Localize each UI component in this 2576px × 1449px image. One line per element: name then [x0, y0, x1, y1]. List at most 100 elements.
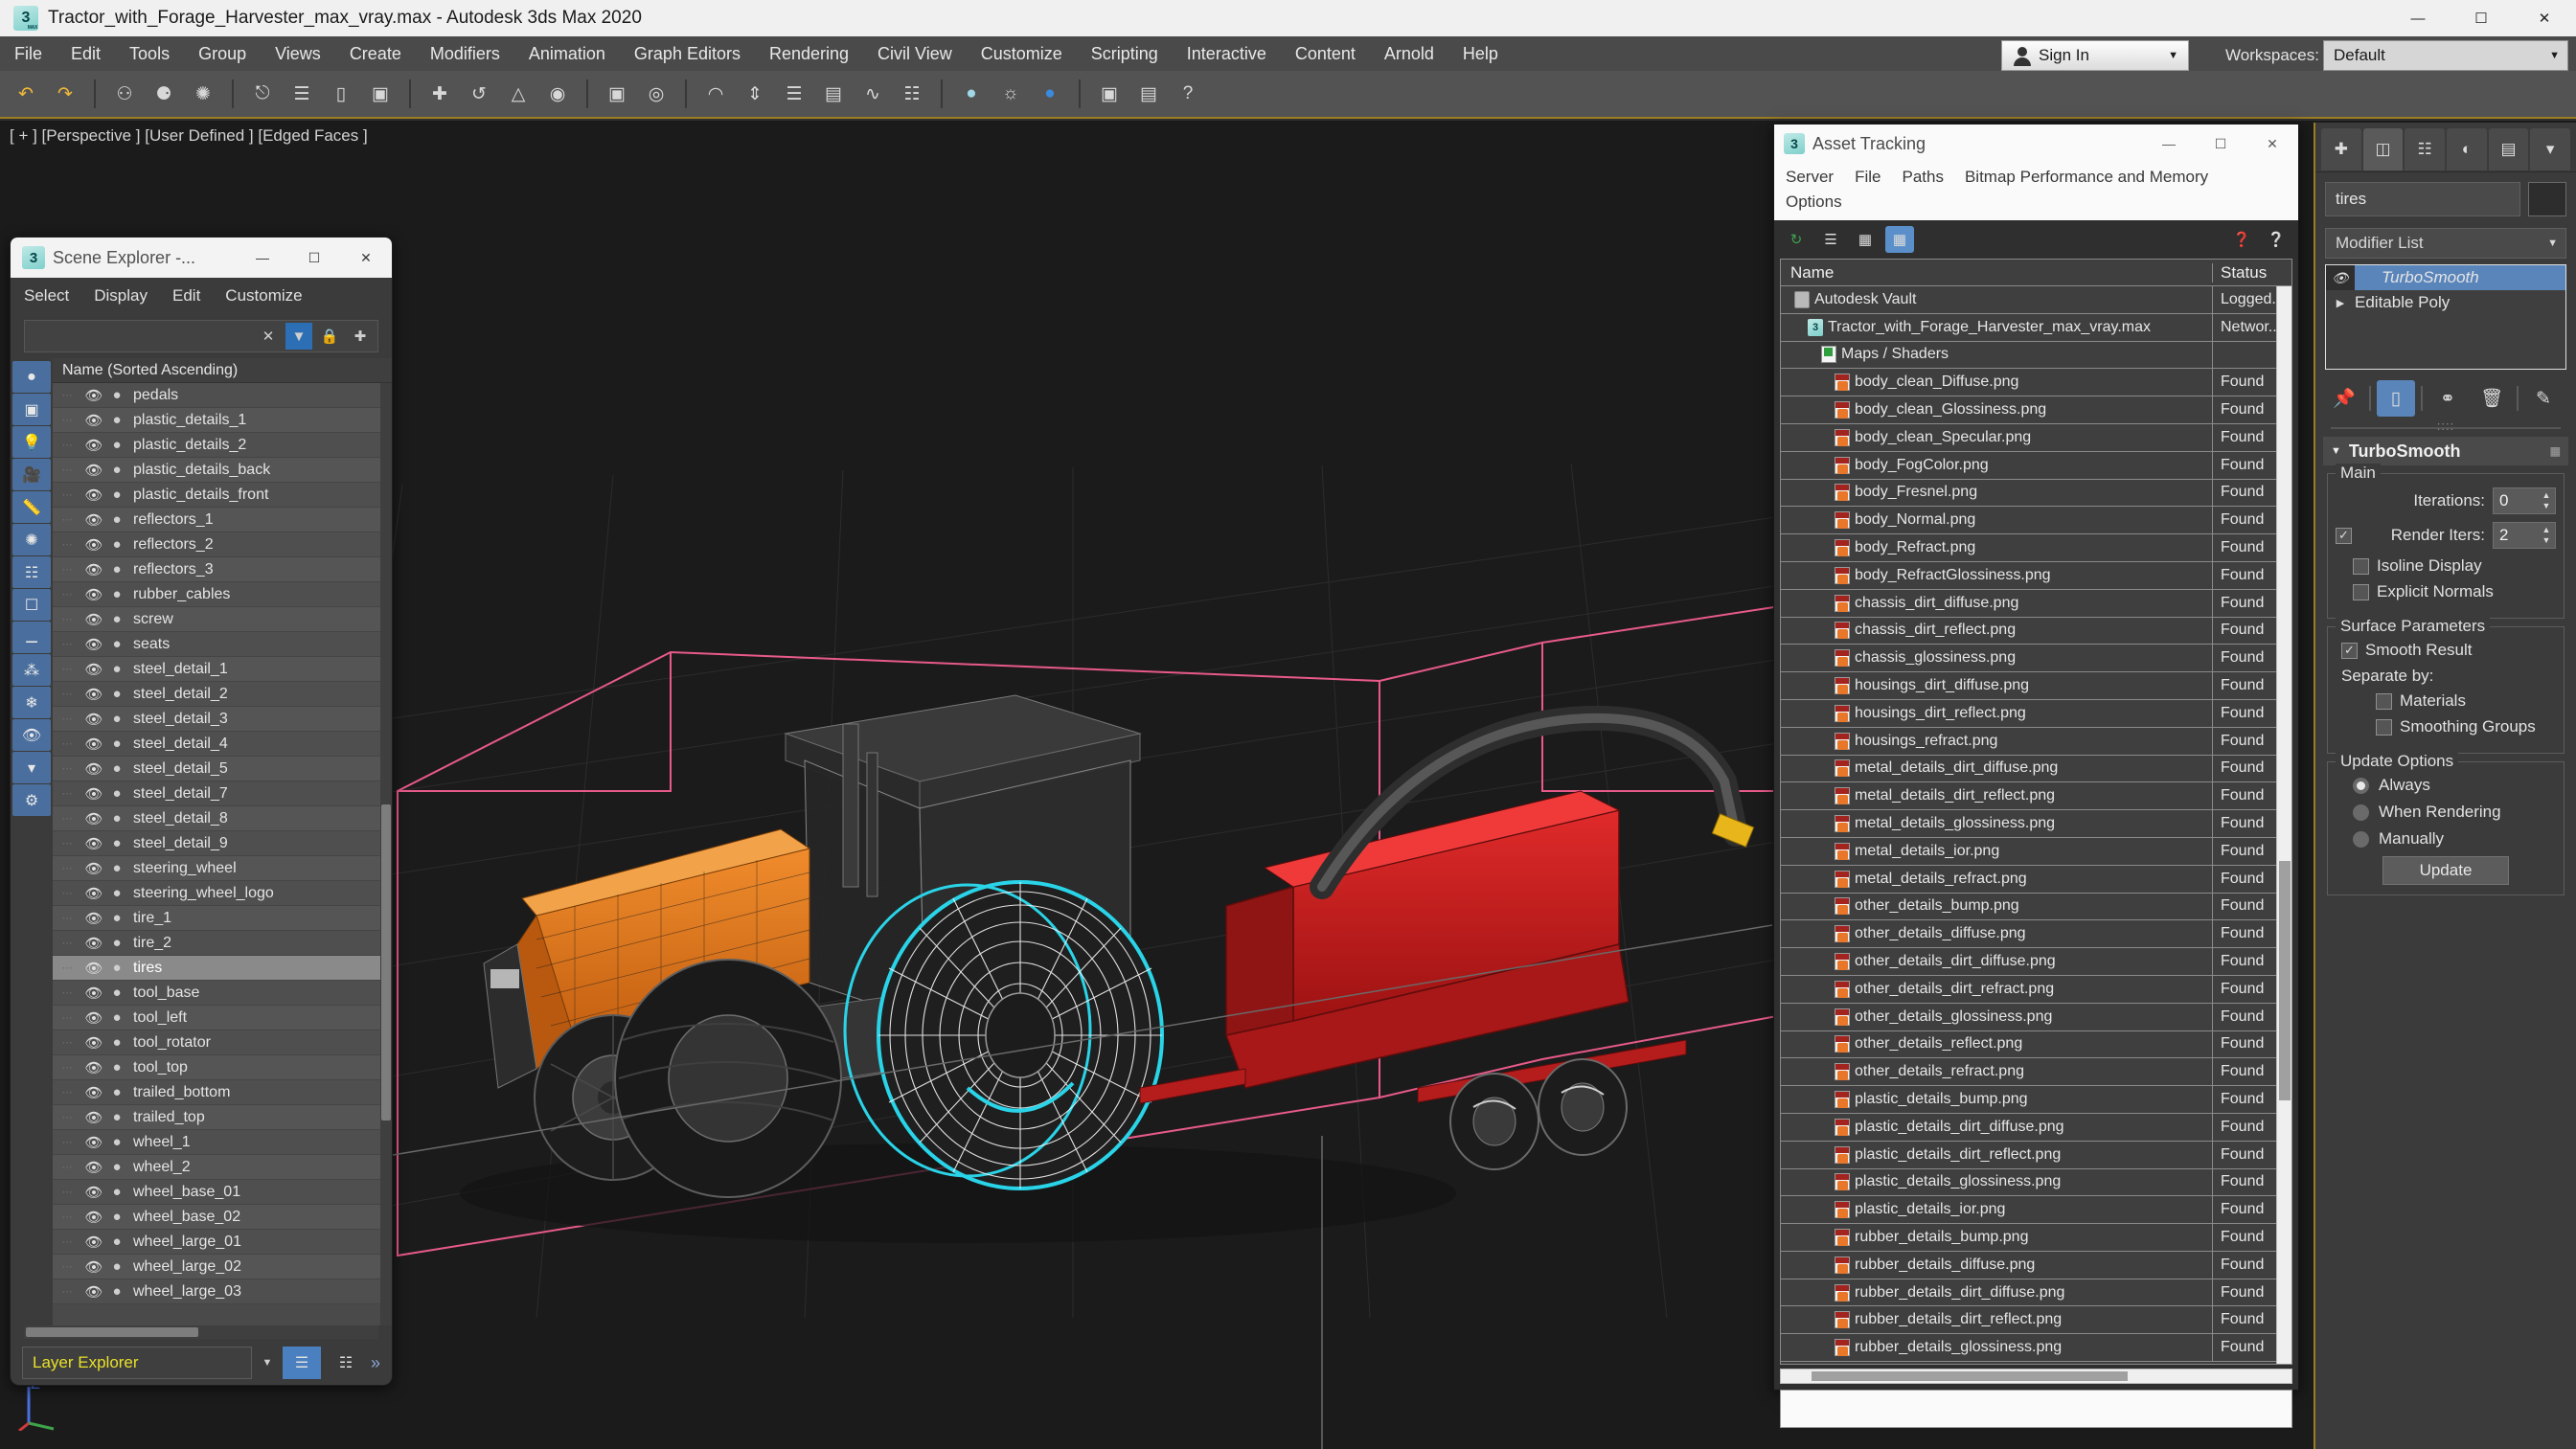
asset-tracking-grid[interactable]: Name Status Autodesk Vault Logged... 3 Trac…: [1780, 259, 2292, 1365]
scene-explorer-item[interactable]: ⋯ 👁 ● trailed_bottom: [53, 1080, 392, 1105]
menu-file[interactable]: File: [0, 36, 57, 71]
eye-icon[interactable]: 👁: [81, 511, 106, 529]
se-menu-select[interactable]: Select: [24, 286, 69, 306]
scene-explorer-minimize-button[interactable]: —: [237, 238, 288, 278]
asset-row[interactable]: 3 Tractor_with_Forage_Harvester_max_vray.…: [1781, 313, 2291, 342]
asset-row[interactable]: body_clean_Glossiness.png Found: [1781, 396, 2291, 424]
asset-row[interactable]: housings_dirt_reflect.png Found: [1781, 699, 2291, 728]
freeze-toggle-icon[interactable]: ●: [106, 760, 127, 777]
eye-icon[interactable]: 👁: [81, 437, 106, 454]
freeze-toggle-icon[interactable]: ●: [106, 387, 127, 403]
menu-animation[interactable]: Animation: [514, 36, 620, 71]
curve-editor-icon[interactable]: ∿: [855, 76, 891, 112]
menu-interactive[interactable]: Interactive: [1173, 36, 1281, 71]
menu-rendering[interactable]: Rendering: [755, 36, 863, 71]
scene-explorer-window[interactable]: 3 Scene Explorer -... — ☐ ✕ Select Displ…: [10, 237, 393, 1386]
se-menu-customize[interactable]: Customize: [225, 286, 302, 306]
eye-icon[interactable]: 👁: [81, 636, 106, 653]
pin-stack-icon[interactable]: 📌: [2325, 380, 2363, 417]
eye-icon[interactable]: 👁: [81, 686, 106, 703]
scene-explorer-item[interactable]: ⋯ 👁 ● tool_left: [53, 1006, 392, 1030]
scene-explorer-item[interactable]: ⋯ 👁 ● steering_wheel: [53, 856, 392, 881]
menu-civil-view[interactable]: Civil View: [863, 36, 967, 71]
freeze-toggle-icon[interactable]: ●: [106, 785, 127, 802]
eye-icon[interactable]: 👁: [81, 985, 106, 1002]
modifier-stack-item-turbosmooth[interactable]: 👁 TurboSmooth: [2326, 265, 2565, 290]
asset-row[interactable]: rubber_details_diffuse.png Found: [1781, 1251, 2291, 1279]
modifier-list-select[interactable]: Modifier List ▼: [2325, 228, 2566, 259]
update-button[interactable]: Update: [2382, 856, 2509, 885]
eye-icon[interactable]: 👁: [81, 1009, 106, 1027]
undo-button[interactable]: ↶: [8, 76, 44, 112]
spinner-arrows-icon[interactable]: ▲ ▼: [2541, 525, 2552, 546]
make-unique-icon[interactable]: ⚭: [2428, 380, 2467, 417]
column-header-status[interactable]: Status: [2213, 263, 2291, 283]
freeze-toggle-icon[interactable]: ●: [106, 1134, 127, 1150]
render-iters-checkbox[interactable]: ✓: [2336, 527, 2359, 544]
scene-explorer-item[interactable]: ⋯ 👁 ● steel_detail_2: [53, 682, 392, 707]
materials-checkbox[interactable]: Materials: [2336, 691, 2556, 711]
scene-explorer-item[interactable]: ⋯ 👁 ● steel_detail_1: [53, 657, 392, 682]
scene-explorer-item[interactable]: ⋯ 👁 ● steering_wheel_logo: [53, 881, 392, 906]
select-object-icon[interactable]: ⎋: [244, 76, 281, 112]
filter-cameras-icon[interactable]: 🎥: [12, 459, 51, 490]
scene-explorer-item[interactable]: ⋯ 👁 ● wheel_large_01: [53, 1230, 392, 1255]
scene-explorer-item[interactable]: ⋯ 👁 ● steel_detail_4: [53, 732, 392, 757]
menu-help[interactable]: Help: [1448, 36, 1513, 71]
freeze-toggle-icon[interactable]: ●: [106, 960, 127, 976]
select-region-icon[interactable]: ▯: [323, 76, 359, 112]
freeze-toggle-icon[interactable]: ●: [106, 487, 127, 503]
freeze-toggle-icon[interactable]: ●: [106, 835, 127, 851]
filter-icon[interactable]: ▼: [285, 323, 312, 350]
spinner-arrows-icon[interactable]: ▲ ▼: [2541, 490, 2552, 511]
scene-explorer-column-header[interactable]: Name (Sorted Ascending): [53, 358, 392, 383]
asset-row[interactable]: rubber_details_bump.png Found: [1781, 1224, 2291, 1252]
asset-row[interactable]: metal_details_dirt_diffuse.png Found: [1781, 755, 2291, 783]
freeze-toggle-icon[interactable]: ●: [106, 1234, 127, 1250]
scene-explorer-item[interactable]: ⋯ 👁 ● wheel_large_03: [53, 1279, 392, 1304]
filter-frozen-icon[interactable]: ❄: [12, 687, 51, 718]
asset-tracking-minimize-button[interactable]: —: [2143, 125, 2195, 163]
at-menu-paths[interactable]: Paths: [1902, 165, 1943, 190]
isoline-display-checkbox[interactable]: Isoline Display: [2336, 556, 2556, 576]
asset-row[interactable]: body_clean_Diffuse.png Found: [1781, 369, 2291, 397]
refresh-icon[interactable]: ↻: [1782, 226, 1811, 253]
eye-icon[interactable]: 👁: [81, 462, 106, 479]
tab-hierarchy[interactable]: ☷: [2405, 127, 2446, 170]
eye-icon[interactable]: 👁: [81, 711, 106, 728]
eye-icon[interactable]: 👁: [81, 611, 106, 628]
asset-grid-horizontal-scrollbar[interactable]: [1780, 1369, 2292, 1384]
scene-explorer-item[interactable]: ⋯ 👁 ● plastic_details_front: [53, 483, 392, 508]
scene-explorer-item[interactable]: ⋯ 👁 ● plastic_details_1: [53, 408, 392, 433]
scene-explorer-item[interactable]: ⋯ 👁 ● steel_detail_7: [53, 781, 392, 806]
lock-icon[interactable]: 🔒: [316, 323, 343, 350]
mirror-icon[interactable]: ◠: [697, 76, 734, 112]
select-rotate-icon[interactable]: ↺: [461, 76, 497, 112]
tab-display[interactable]: ▤: [2488, 127, 2529, 170]
select-link-icon[interactable]: ⚇: [106, 76, 143, 112]
eye-icon[interactable]: 👁: [81, 586, 106, 603]
chevron-right-icon[interactable]: ▶: [2326, 297, 2355, 309]
object-color-swatch[interactable]: [2528, 182, 2566, 216]
scene-explorer-item[interactable]: ⋯ 👁 ● wheel_2: [53, 1155, 392, 1180]
scene-explorer-item[interactable]: ⋯ 👁 ● wheel_base_02: [53, 1205, 392, 1230]
asset-row[interactable]: Autodesk Vault Logged...: [1781, 286, 2291, 314]
scene-explorer-item[interactable]: ⋯ 👁 ● rubber_cables: [53, 582, 392, 607]
eye-icon[interactable]: 👁: [81, 935, 106, 952]
scene-explorer-item[interactable]: ⋯ 👁 ● wheel_base_01: [53, 1180, 392, 1205]
menu-customize[interactable]: Customize: [967, 36, 1077, 71]
asset-grid-vertical-scrollbar[interactable]: [2276, 286, 2291, 1364]
menu-views[interactable]: Views: [261, 36, 335, 71]
modifier-stack[interactable]: 👁 TurboSmooth ▶ Editable Poly: [2325, 264, 2566, 370]
menu-group[interactable]: Group: [184, 36, 261, 71]
eye-icon[interactable]: 👁: [81, 1258, 106, 1276]
chevron-down-icon[interactable]: ▼: [258, 1357, 277, 1369]
se-menu-display[interactable]: Display: [94, 286, 148, 306]
freeze-toggle-icon[interactable]: ●: [106, 412, 127, 428]
asset-row[interactable]: plastic_details_glossiness.png Found: [1781, 1168, 2291, 1197]
material-editor-icon[interactable]: ●: [953, 76, 990, 112]
radio-always[interactable]: Always: [2336, 776, 2556, 795]
eye-icon[interactable]: 👁: [81, 785, 106, 803]
scene-explorer-item[interactable]: ⋯ 👁 ● steel_detail_9: [53, 831, 392, 856]
freeze-toggle-icon[interactable]: ●: [106, 536, 127, 553]
